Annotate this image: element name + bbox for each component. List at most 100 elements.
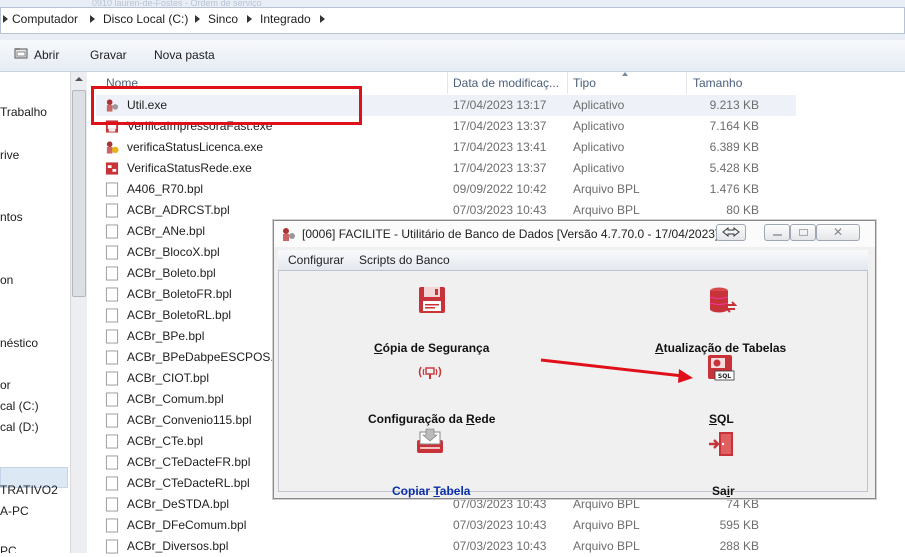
file-name: ACBr_BPeDabpeESCPOS.bpl — [127, 350, 290, 364]
bpl-file-icon — [105, 350, 119, 365]
license-app-icon — [106, 141, 119, 154]
sql-icon[interactable]: SQL — [706, 353, 736, 383]
file-name: ACBr_BoletoFR.bpl — [127, 287, 232, 301]
bpl-file-icon — [105, 497, 119, 512]
bpl-file-icon — [105, 392, 119, 407]
floppy-disk-icon[interactable] — [417, 285, 447, 315]
file-row[interactable]: VerificaStatusRede.exe 17/04/2023 13:37 Ap… — [96, 158, 796, 179]
file-name: verificaStatusLicenca.exe — [127, 140, 264, 154]
open-button[interactable]: Abrir — [34, 48, 59, 62]
file-type: Arquivo BPL — [573, 203, 640, 217]
nav-item[interactable]: ntos — [0, 210, 23, 224]
scroll-up-icon[interactable] — [75, 77, 83, 81]
breadcrumb-integrado[interactable]: Integrado — [260, 12, 311, 26]
file-row[interactable]: ACBr_DFeComum.bpl 07/03/2023 10:43 Arquivo… — [96, 515, 796, 536]
menu-scripts-do-banco[interactable]: Scripts do Banco — [359, 253, 450, 267]
backup-button[interactable]: Cópia de Segurança — [374, 341, 489, 355]
network-config-icon[interactable] — [415, 357, 445, 387]
file-date: 07/03/2023 10:43 — [453, 203, 547, 217]
column-type-header[interactable]: Tipo — [573, 76, 596, 90]
file-date: 17/04/2023 13:37 — [453, 119, 547, 133]
file-type: Arquivo BPL — [573, 497, 640, 511]
minimize-icon — [773, 234, 782, 236]
scroll-thumb[interactable] — [72, 90, 86, 297]
breadcrumb-disco-local[interactable]: Disco Local (C:) — [103, 12, 188, 26]
nav-item[interactable]: on — [0, 273, 13, 287]
dialog-menu-bar: Configurar Scripts do Banco — [278, 250, 868, 271]
nav-item-disco-d[interactable]: cal (D:) — [0, 420, 39, 434]
exit-button[interactable]: Sair — [712, 484, 735, 498]
nav-scrollbar[interactable] — [70, 72, 87, 553]
file-row[interactable]: A406_R70.bpl 09/09/2022 10:42 Arquivo BPL 1… — [96, 179, 796, 200]
file-name: ACBr_Convenio115.bpl — [127, 413, 252, 427]
file-size: 9.213 KB — [709, 98, 759, 112]
nav-item[interactable]: A-PC — [0, 504, 29, 518]
breadcrumb-arrow-icon[interactable] — [90, 15, 95, 23]
save-button[interactable]: Gravar — [90, 48, 127, 62]
file-name: ACBr_CIOT.bpl — [127, 371, 210, 385]
nav-item[interactable]: néstico — [0, 336, 38, 350]
sql-button[interactable]: SQL — [709, 412, 734, 426]
copy-table-icon[interactable] — [415, 426, 445, 456]
exit-door-icon[interactable] — [707, 429, 737, 459]
column-divider[interactable] — [686, 72, 687, 94]
facilite-app-icon — [283, 228, 295, 241]
file-date: 07/03/2023 10:43 — [453, 539, 547, 553]
breadcrumb-arrow-icon[interactable] — [3, 15, 8, 23]
file-size: 1.476 KB — [709, 182, 759, 196]
file-size: 7.164 KB — [709, 119, 759, 133]
bpl-file-icon — [105, 371, 119, 386]
column-size-header[interactable]: Tamanho — [693, 76, 742, 90]
file-size: 595 KB — [719, 518, 759, 532]
new-folder-button[interactable]: Nova pasta — [154, 48, 215, 62]
file-name: ACBr_Comum.bpl — [127, 392, 224, 406]
file-name: A406_R70.bpl — [127, 182, 204, 196]
file-name: ACBr_CTe.bpl — [127, 434, 204, 448]
nav-item-disco-c[interactable]: cal (C:) — [0, 399, 39, 413]
highlight-box — [91, 86, 362, 125]
column-date-header[interactable]: Data de modificaç... — [453, 76, 559, 90]
nav-item[interactable]: or — [0, 378, 11, 392]
breadcrumb-arrow-icon[interactable] — [320, 15, 325, 23]
network-config-button[interactable]: Configuração da Rede — [368, 412, 495, 426]
dialog-title-bar[interactable]: [0006] FACILITE - Utilitário de Banco de… — [274, 221, 875, 247]
database-sync-icon[interactable] — [707, 285, 737, 315]
network-app-icon — [105, 162, 119, 175]
file-type: Aplicativo — [573, 119, 625, 133]
breadcrumb-computador[interactable]: Computador — [12, 12, 78, 26]
file-name: ACBr_DFeComum.bpl — [127, 518, 247, 532]
file-row[interactable]: verificaStatusLicenca.exe 17/04/2023 13:4… — [96, 137, 796, 158]
nav-item[interactable]: TRATIVO2 — [0, 483, 58, 497]
file-name: ACBr_BPe.bpl — [127, 329, 205, 343]
nav-item[interactable]: Trabalho — [0, 105, 47, 119]
copy-table-button[interactable]: Copiar Tabela — [392, 484, 470, 498]
file-name: ACBr_BoletoRL.bpl — [127, 308, 232, 322]
svg-text:SQL: SQL — [718, 373, 731, 380]
file-name: ACBr_BlocoX.bpl — [127, 245, 220, 259]
file-type: Aplicativo — [573, 140, 625, 154]
maximize-button[interactable] — [790, 224, 816, 241]
bpl-file-icon — [105, 413, 119, 428]
nav-item[interactable]: PC — [0, 544, 17, 553]
file-name: ACBr_ANe.bpl — [127, 224, 206, 238]
file-row[interactable]: ACBr_ADRCST.bpl 07/03/2023 10:43 Arquivo B… — [96, 200, 796, 221]
menu-configurar[interactable]: Configurar — [288, 253, 344, 267]
file-size: 74 KB — [726, 497, 759, 511]
resize-arrows-icon — [722, 226, 740, 238]
column-divider[interactable] — [447, 72, 448, 94]
breadcrumb-arrow-icon[interactable] — [247, 15, 252, 23]
breadcrumb-sinco[interactable]: Sinco — [208, 12, 238, 26]
close-button[interactable]: ✕ — [816, 224, 860, 241]
nav-item[interactable]: rive — [0, 148, 19, 162]
file-size: 80 KB — [726, 203, 759, 217]
bpl-file-icon — [105, 539, 119, 554]
breadcrumb-arrow-icon[interactable] — [195, 15, 200, 23]
maximize-icon — [799, 229, 808, 236]
resize-button[interactable] — [716, 224, 746, 241]
column-divider[interactable] — [567, 72, 568, 94]
minimize-button[interactable] — [764, 224, 790, 241]
bpl-file-icon — [105, 518, 119, 533]
file-row[interactable]: ACBr_Diversos.bpl 07/03/2023 10:43 Arquivo… — [96, 536, 796, 557]
file-date: 17/04/2023 13:17 — [453, 98, 547, 112]
bpl-file-icon — [105, 434, 119, 449]
